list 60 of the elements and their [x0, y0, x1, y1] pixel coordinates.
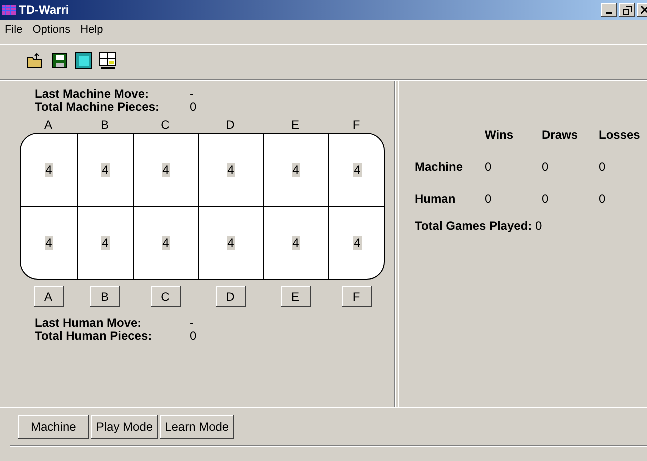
move-button[interactable]: C: [150, 286, 180, 307]
pit-count: 4: [101, 236, 110, 250]
save-icon[interactable]: [50, 51, 70, 71]
menu-item[interactable]: Options: [32, 23, 71, 37]
column-label: D: [226, 118, 235, 132]
menu-item[interactable]: File: [5, 23, 23, 37]
pit-count: 4: [353, 162, 362, 177]
restore-icon: [622, 6, 632, 14]
move-button[interactable]: F: [342, 286, 372, 307]
stat-value: 0: [599, 191, 607, 208]
info-label: Last Machine Move:: [35, 88, 150, 101]
pit-count: 4: [44, 162, 54, 177]
window-title: TD-Warri: [19, 3, 70, 17]
column-label: B: [100, 118, 109, 132]
mode-button[interactable]: Play Mode: [91, 415, 158, 439]
move-button[interactable]: D: [216, 286, 246, 307]
mode-button[interactable]: Learn Mode: [160, 415, 234, 439]
row-label: Human: [415, 191, 457, 208]
row-label: Machine: [415, 159, 464, 176]
info-label: Total Machine Pieces:: [35, 101, 160, 114]
stat-value: 0: [599, 159, 607, 176]
grid-icon[interactable]: [98, 51, 118, 71]
pit-count: 4: [162, 236, 170, 250]
mode-button[interactable]: Machine: [18, 415, 90, 439]
column-header: Draws: [542, 127, 580, 144]
move-button[interactable]: E: [280, 286, 310, 307]
info-label: Last Human Move:: [35, 317, 143, 330]
pit-count: 4: [292, 236, 300, 250]
info-value: 0: [190, 101, 198, 114]
info-value: 0: [190, 330, 198, 343]
column-label: F: [352, 118, 360, 132]
move-button[interactable]: A: [34, 286, 64, 307]
menu-item[interactable]: Help: [80, 23, 104, 37]
total-label: Total Games Played:: [415, 219, 532, 233]
stat-value: 0: [485, 191, 493, 208]
move-button[interactable]: B: [90, 286, 120, 307]
stat-value: 0: [542, 159, 550, 176]
column-label: C: [161, 118, 170, 132]
info-value: -: [190, 88, 195, 101]
pit-count: 4: [44, 236, 54, 250]
pit-count: 4: [226, 162, 236, 177]
info-label: Total Human Pieces:: [35, 330, 154, 343]
pit-count: 4: [353, 236, 362, 250]
board-icon[interactable]: [74, 51, 94, 71]
pit-count: 4: [292, 162, 300, 177]
column-label: A: [44, 118, 52, 132]
minimize-button[interactable]: [601, 3, 617, 17]
info-value: -: [190, 317, 195, 330]
close-icon: [641, 6, 647, 14]
column-header: Wins: [485, 127, 515, 144]
stat-value: 0: [485, 159, 493, 176]
restore-button[interactable]: [619, 3, 635, 17]
column-header: Losses: [599, 127, 642, 144]
stat-value: 0: [542, 191, 550, 208]
pit-count: 4: [101, 162, 110, 177]
total-value: 0: [536, 219, 542, 233]
app-icon: [2, 5, 16, 15]
pit-count: 4: [226, 236, 236, 250]
pit-count: 4: [162, 162, 170, 177]
column-label: E: [291, 118, 300, 132]
